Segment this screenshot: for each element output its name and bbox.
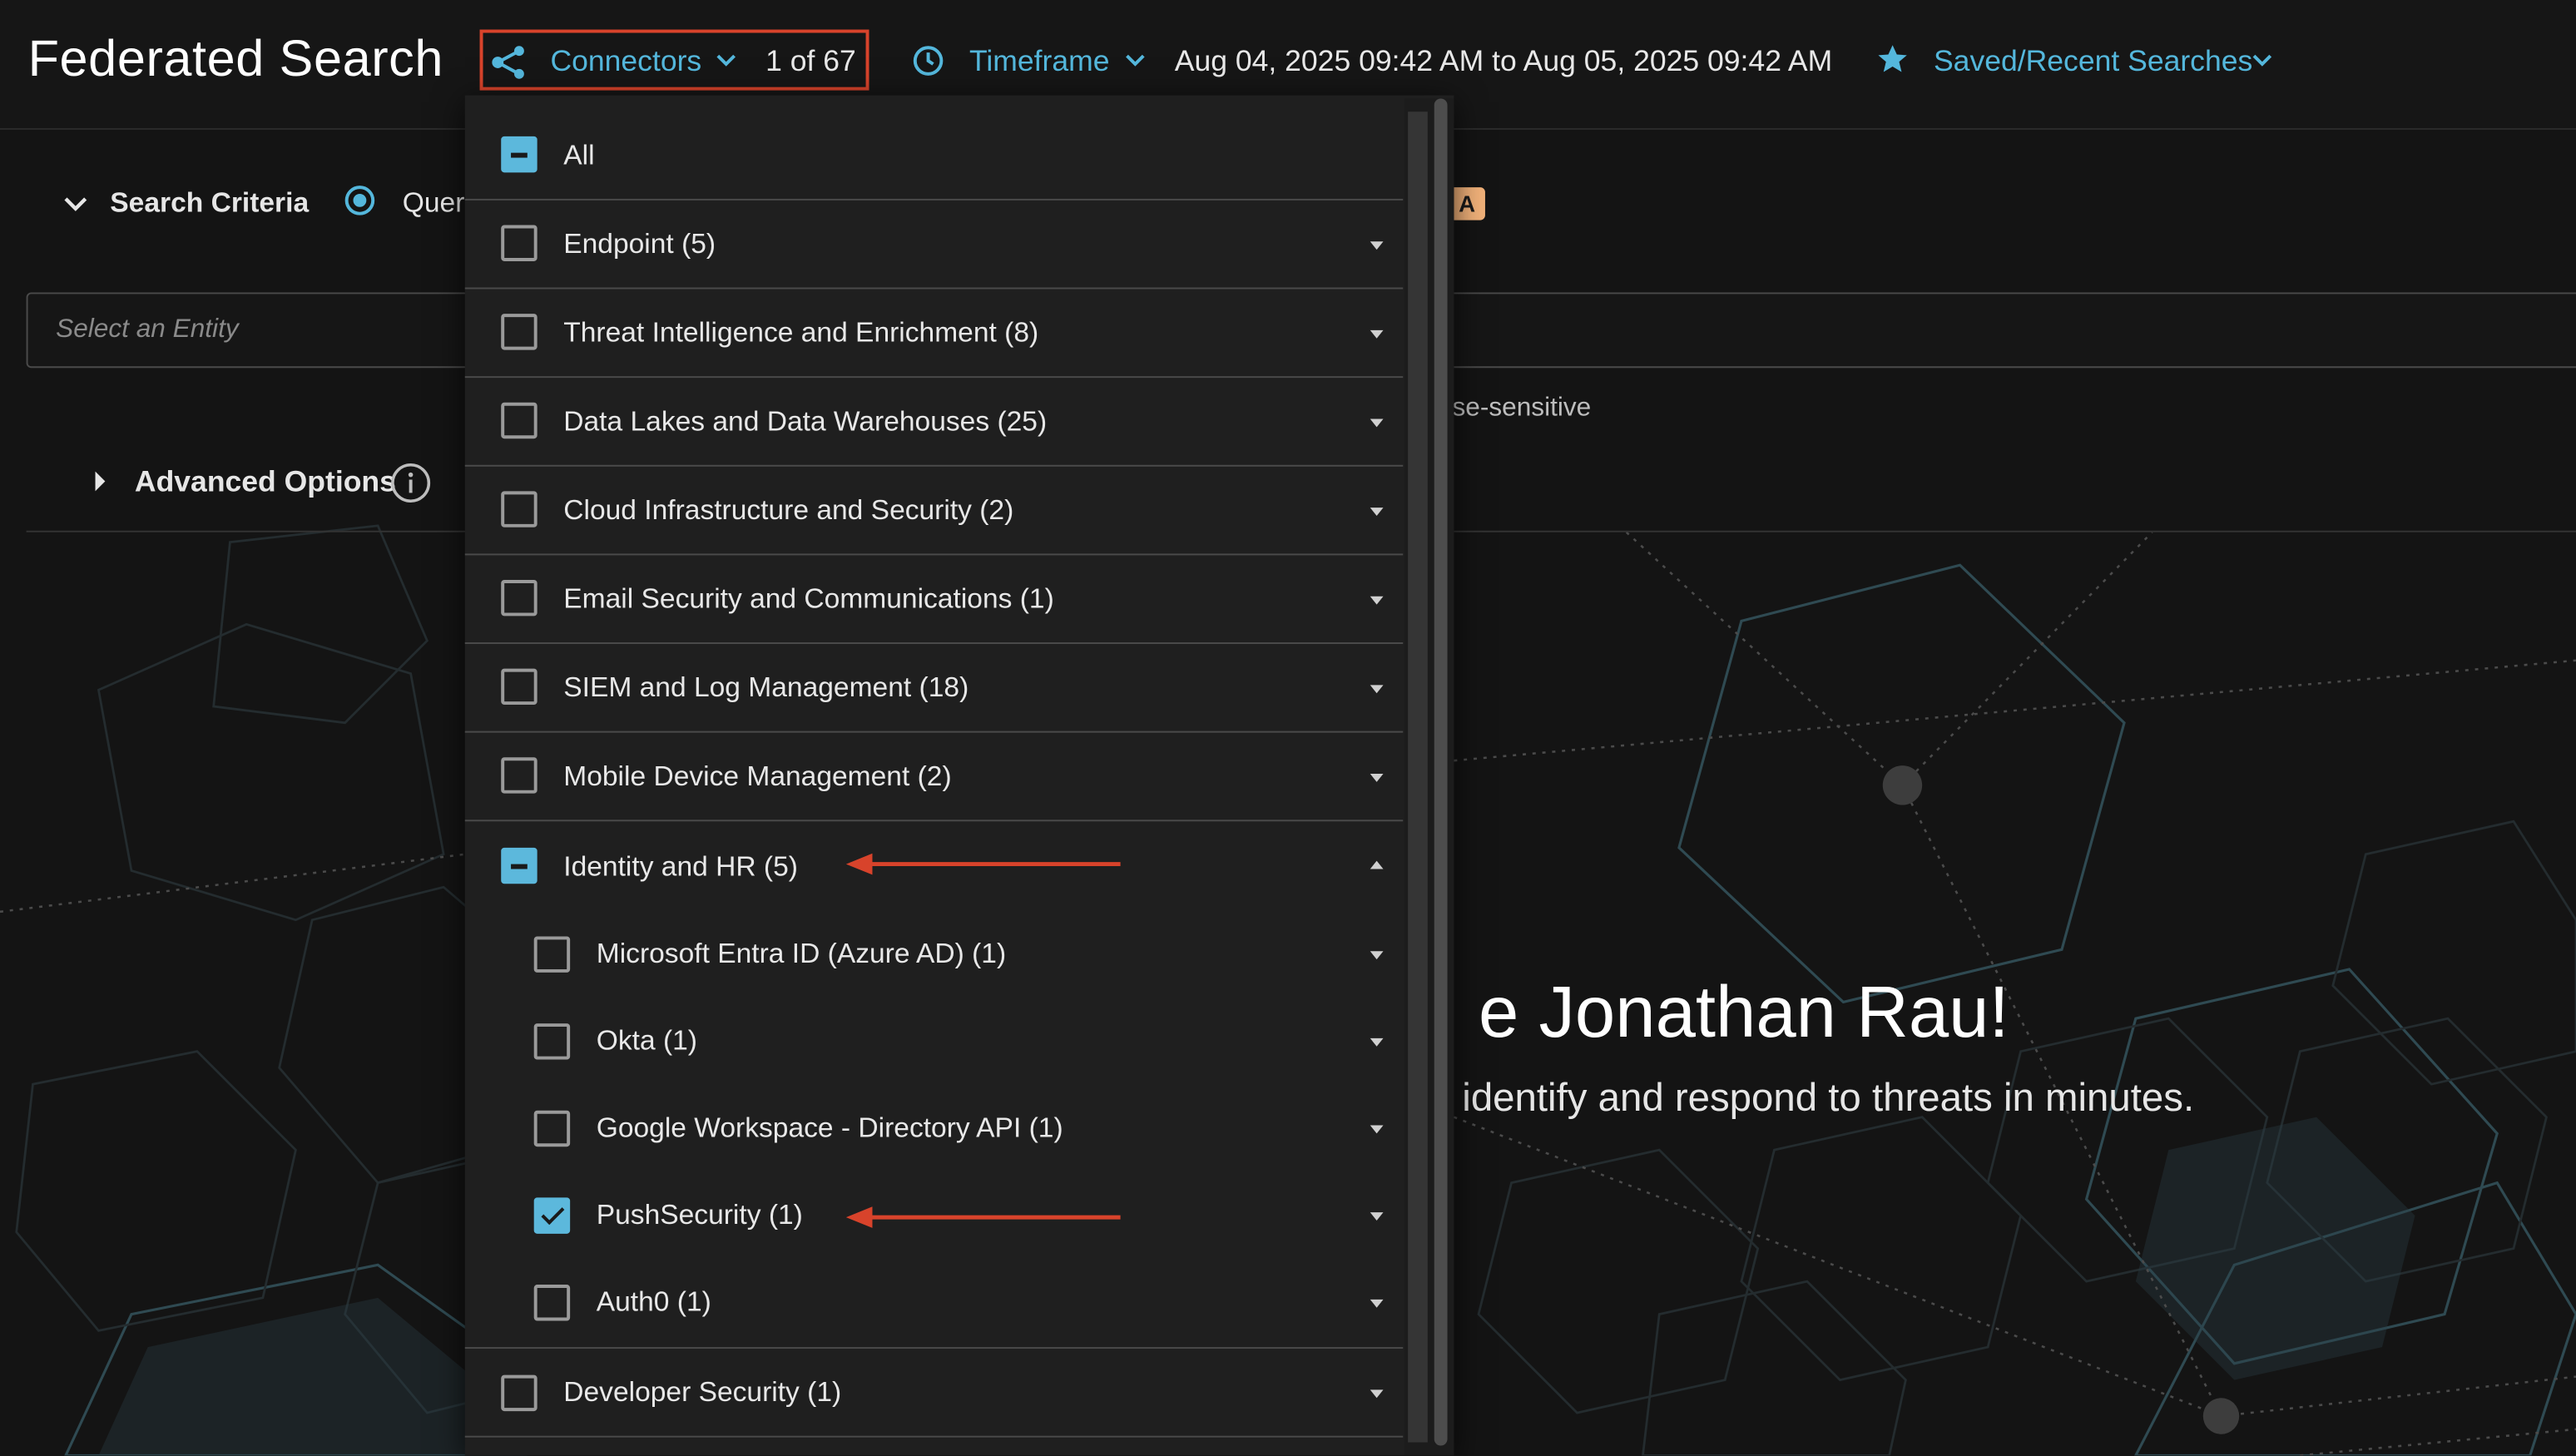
category-label: Data Lakes and Data Warehouses (25) xyxy=(563,405,1048,438)
connectors-dropdown: All Endpoint (5) Threat Intelligence and… xyxy=(464,95,1454,1456)
caret-down-icon[interactable] xyxy=(1370,1038,1384,1047)
connector-okta[interactable]: Okta (1) xyxy=(465,996,1403,1083)
category-label: Identity and HR (5) xyxy=(563,850,798,883)
clock-icon xyxy=(913,46,944,76)
checkbox[interactable] xyxy=(533,936,571,973)
connector-google-workspace[interactable]: Google Workspace - Directory API (1) xyxy=(465,1082,1403,1170)
category-developer-security[interactable]: Developer Security (1) xyxy=(464,1347,1404,1438)
chevron-down-icon[interactable] xyxy=(715,49,738,72)
caret-down-icon[interactable] xyxy=(1370,1389,1384,1399)
caret-down-icon[interactable] xyxy=(1370,418,1384,428)
checkbox-all[interactable] xyxy=(501,136,537,173)
page-title: Federated Search xyxy=(27,29,444,87)
caret-down-icon[interactable] xyxy=(1370,329,1384,339)
category-endpoint[interactable]: Endpoint (5) xyxy=(464,199,1404,290)
chevron-down-icon[interactable] xyxy=(1124,49,1147,72)
checkbox[interactable] xyxy=(533,1285,571,1321)
caret-down-icon[interactable] xyxy=(1370,241,1384,250)
connector-microsoft-entra-id[interactable]: Microsoft Entra ID (Azure AD) (1) xyxy=(465,909,1403,996)
caret-down-icon[interactable] xyxy=(1370,773,1384,782)
annotation-arrow xyxy=(845,1206,1121,1228)
checkbox[interactable] xyxy=(501,1374,537,1412)
timeframe-range: Aug 04, 2025 09:42 AM to Aug 05, 2025 09… xyxy=(1174,44,1833,77)
caret-up-icon[interactable] xyxy=(1370,860,1384,869)
scrollbar-rail[interactable] xyxy=(1408,111,1428,1443)
option-label: All xyxy=(563,139,595,171)
saved-searches-button[interactable]: Saved/Recent Searches xyxy=(1934,44,2252,78)
connectors-button[interactable]: Connectors xyxy=(550,44,701,78)
collapse-chevron-icon[interactable] xyxy=(61,189,91,219)
caret-down-icon[interactable] xyxy=(1370,1125,1384,1134)
annotation-arrow xyxy=(845,853,1121,875)
caret-right-icon[interactable] xyxy=(95,471,106,492)
option-all[interactable]: All xyxy=(464,96,1404,201)
checkbox[interactable] xyxy=(501,314,537,350)
query-radio[interactable] xyxy=(344,186,375,215)
advanced-options-toggle[interactable]: Advanced Options xyxy=(135,465,396,499)
checkbox[interactable] xyxy=(501,668,537,706)
welcome-title: e Jonathan Rau! xyxy=(1479,972,2009,1053)
connector-label: PushSecurity (1) xyxy=(596,1199,803,1231)
category-cloud-infrastructure[interactable]: Cloud Infrastructure and Security (2) xyxy=(464,465,1404,556)
checkbox[interactable] xyxy=(533,1023,571,1060)
chevron-down-icon[interactable] xyxy=(2251,49,2274,72)
checkbox-partial[interactable] xyxy=(501,847,537,884)
checkbox[interactable] xyxy=(533,1110,571,1147)
case-sensitive-label: se-sensitive xyxy=(1452,394,1592,423)
category-threat-intelligence[interactable]: Threat Intelligence and Enrichment (8) xyxy=(464,288,1404,379)
category-data-lakes[interactable]: Data Lakes and Data Warehouses (25) xyxy=(464,376,1404,467)
connectors-count: 1 of 67 xyxy=(765,44,856,77)
checkbox[interactable] xyxy=(501,579,537,617)
category-label: Endpoint (5) xyxy=(563,228,716,260)
query-radio-label: Quer xyxy=(402,187,465,219)
federated-search-page: Federated Search Connectors 1 of 67 Time… xyxy=(0,0,2576,1456)
category-email-security[interactable]: Email Security and Communications (1) xyxy=(464,553,1404,645)
checkbox[interactable] xyxy=(501,402,537,439)
category-label: Cloud Infrastructure and Security (2) xyxy=(563,494,1014,526)
caret-down-icon[interactable] xyxy=(1370,951,1384,960)
checkbox-checked[interactable] xyxy=(533,1197,571,1234)
checkbox[interactable] xyxy=(501,491,537,527)
caret-down-icon[interactable] xyxy=(1370,1299,1384,1308)
timeframe-button[interactable]: Timeframe xyxy=(969,44,1110,78)
category-label: Email Security and Communications (1) xyxy=(563,582,1054,615)
caret-down-icon[interactable] xyxy=(1370,508,1384,516)
caret-down-icon[interactable] xyxy=(1370,596,1384,605)
connector-label: Okta (1) xyxy=(596,1025,697,1057)
caret-down-icon[interactable] xyxy=(1370,1212,1384,1221)
category-siem[interactable]: SIEM and Log Management (18) xyxy=(464,642,1404,733)
scrollbar-thumb[interactable] xyxy=(1434,98,1448,1446)
category-mobile-device-management[interactable]: Mobile Device Management (2) xyxy=(464,731,1404,822)
connector-label: Google Workspace - Directory API (1) xyxy=(596,1112,1063,1144)
caret-down-icon[interactable] xyxy=(1370,685,1384,694)
entity-placeholder: Select an Entity xyxy=(56,315,239,344)
star-icon xyxy=(1878,45,1907,72)
category-label: SIEM and Log Management (18) xyxy=(563,671,969,704)
info-icon[interactable] xyxy=(389,462,432,504)
category-label: Developer Security (1) xyxy=(563,1376,842,1409)
checkbox[interactable] xyxy=(501,225,537,261)
search-criteria-toggle[interactable]: Search Criteria xyxy=(110,187,309,220)
checkbox[interactable] xyxy=(501,757,537,794)
connector-auth0[interactable]: Auth0 (1) xyxy=(464,1256,1404,1350)
connector-label: Microsoft Entra ID (Azure AD) (1) xyxy=(596,938,1007,969)
welcome-subtitle: identify and respond to threats in minut… xyxy=(1462,1076,2195,1121)
connector-label: Auth0 (1) xyxy=(596,1286,711,1318)
category-label: Threat Intelligence and Enrichment (8) xyxy=(563,317,1039,349)
share-nodes-icon[interactable] xyxy=(489,42,528,82)
category-label: Mobile Device Management (2) xyxy=(563,760,952,792)
